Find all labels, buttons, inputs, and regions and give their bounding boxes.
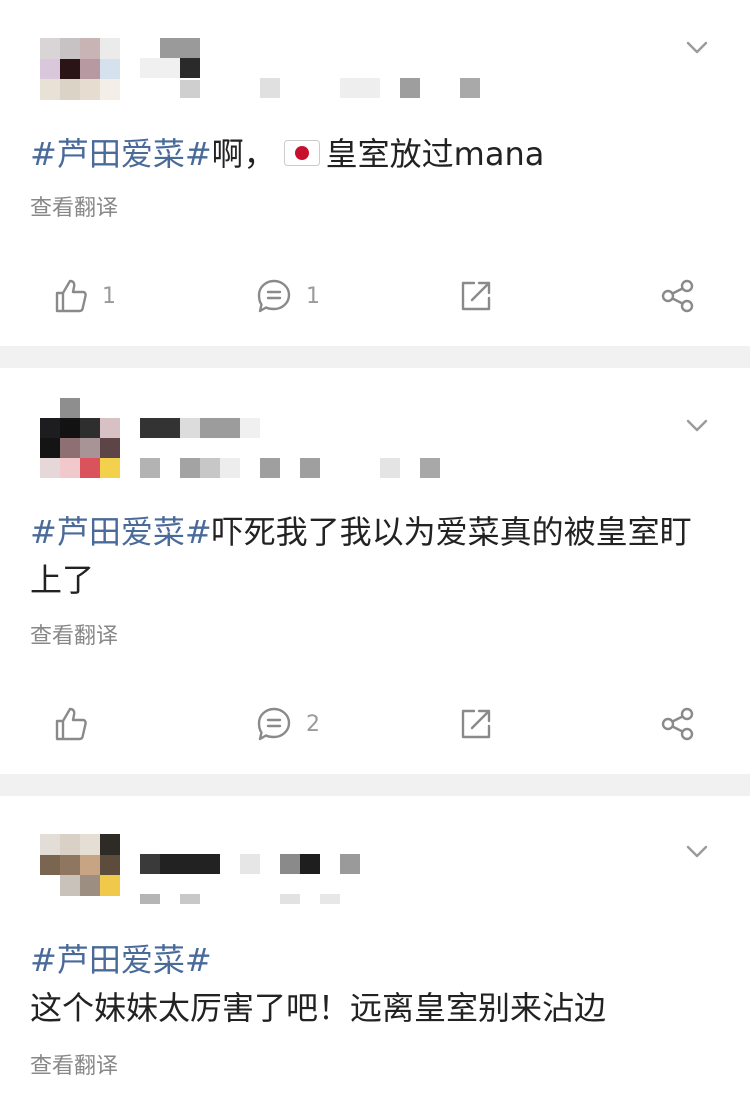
comment-count: 1	[306, 283, 320, 309]
divider	[0, 774, 750, 796]
comment-icon	[257, 707, 291, 741]
chevron-down-icon[interactable]	[686, 40, 708, 56]
hashtag-link[interactable]: #芦田爱菜#	[30, 936, 710, 984]
hashtag-link[interactable]: #芦田爱菜#	[30, 135, 212, 173]
post-card: #芦田爱菜# 这个妹妹太厉害了吧！远离皇室别来沾边 查看翻译	[0, 796, 750, 1096]
hashtag-link[interactable]: #芦田爱菜#	[30, 513, 212, 551]
avatar[interactable]	[40, 834, 120, 904]
repost-button[interactable]	[458, 274, 494, 318]
comment-button[interactable]: 2	[256, 702, 320, 746]
avatar[interactable]	[40, 398, 120, 478]
post-text: #芦田爱菜#吓死我了我以为爱菜真的被皇室盯上了	[30, 508, 710, 604]
divider	[0, 346, 750, 368]
translate-link[interactable]: 查看翻译	[30, 190, 118, 222]
translate-link[interactable]: 查看翻译	[30, 1048, 118, 1080]
comment-button[interactable]: 1	[256, 274, 320, 318]
avatar[interactable]	[40, 38, 120, 100]
repost-icon	[461, 709, 491, 739]
like-count: 1	[102, 283, 116, 309]
post-text-part: 这个妹妹太厉害了吧！远离皇室别来沾边	[30, 989, 607, 1027]
post-card: #芦田爱菜#吓死我了我以为爱菜真的被皇室盯上了 查看翻译 2	[0, 368, 750, 774]
comment-icon	[257, 279, 291, 313]
post-text: #芦田爱菜#啊， 皇室放过mana	[30, 130, 710, 178]
share-icon	[661, 279, 694, 313]
like-icon	[55, 279, 87, 313]
repost-icon	[461, 281, 491, 311]
repost-button[interactable]	[458, 702, 494, 746]
action-bar: 2	[0, 702, 750, 746]
share-button[interactable]	[660, 274, 696, 318]
share-button[interactable]	[660, 702, 696, 746]
chevron-down-icon[interactable]	[686, 418, 708, 434]
like-button[interactable]: 1	[54, 274, 116, 318]
post-text: #芦田爱菜# 这个妹妹太厉害了吧！远离皇室别来沾边	[30, 936, 710, 1032]
chevron-down-icon[interactable]	[686, 844, 708, 860]
comment-count: 2	[306, 711, 320, 737]
share-icon	[661, 707, 694, 741]
post-card: #芦田爱菜#啊， 皇室放过mana 查看翻译 1 1	[0, 0, 750, 346]
japan-flag-icon	[283, 140, 320, 166]
like-icon	[55, 707, 87, 741]
action-bar: 1 1	[0, 274, 750, 318]
post-text-part: 啊，	[211, 135, 276, 173]
post-text-part: 皇室放过mana	[325, 135, 545, 173]
translate-link[interactable]: 查看翻译	[30, 618, 118, 650]
like-button[interactable]	[54, 702, 102, 746]
